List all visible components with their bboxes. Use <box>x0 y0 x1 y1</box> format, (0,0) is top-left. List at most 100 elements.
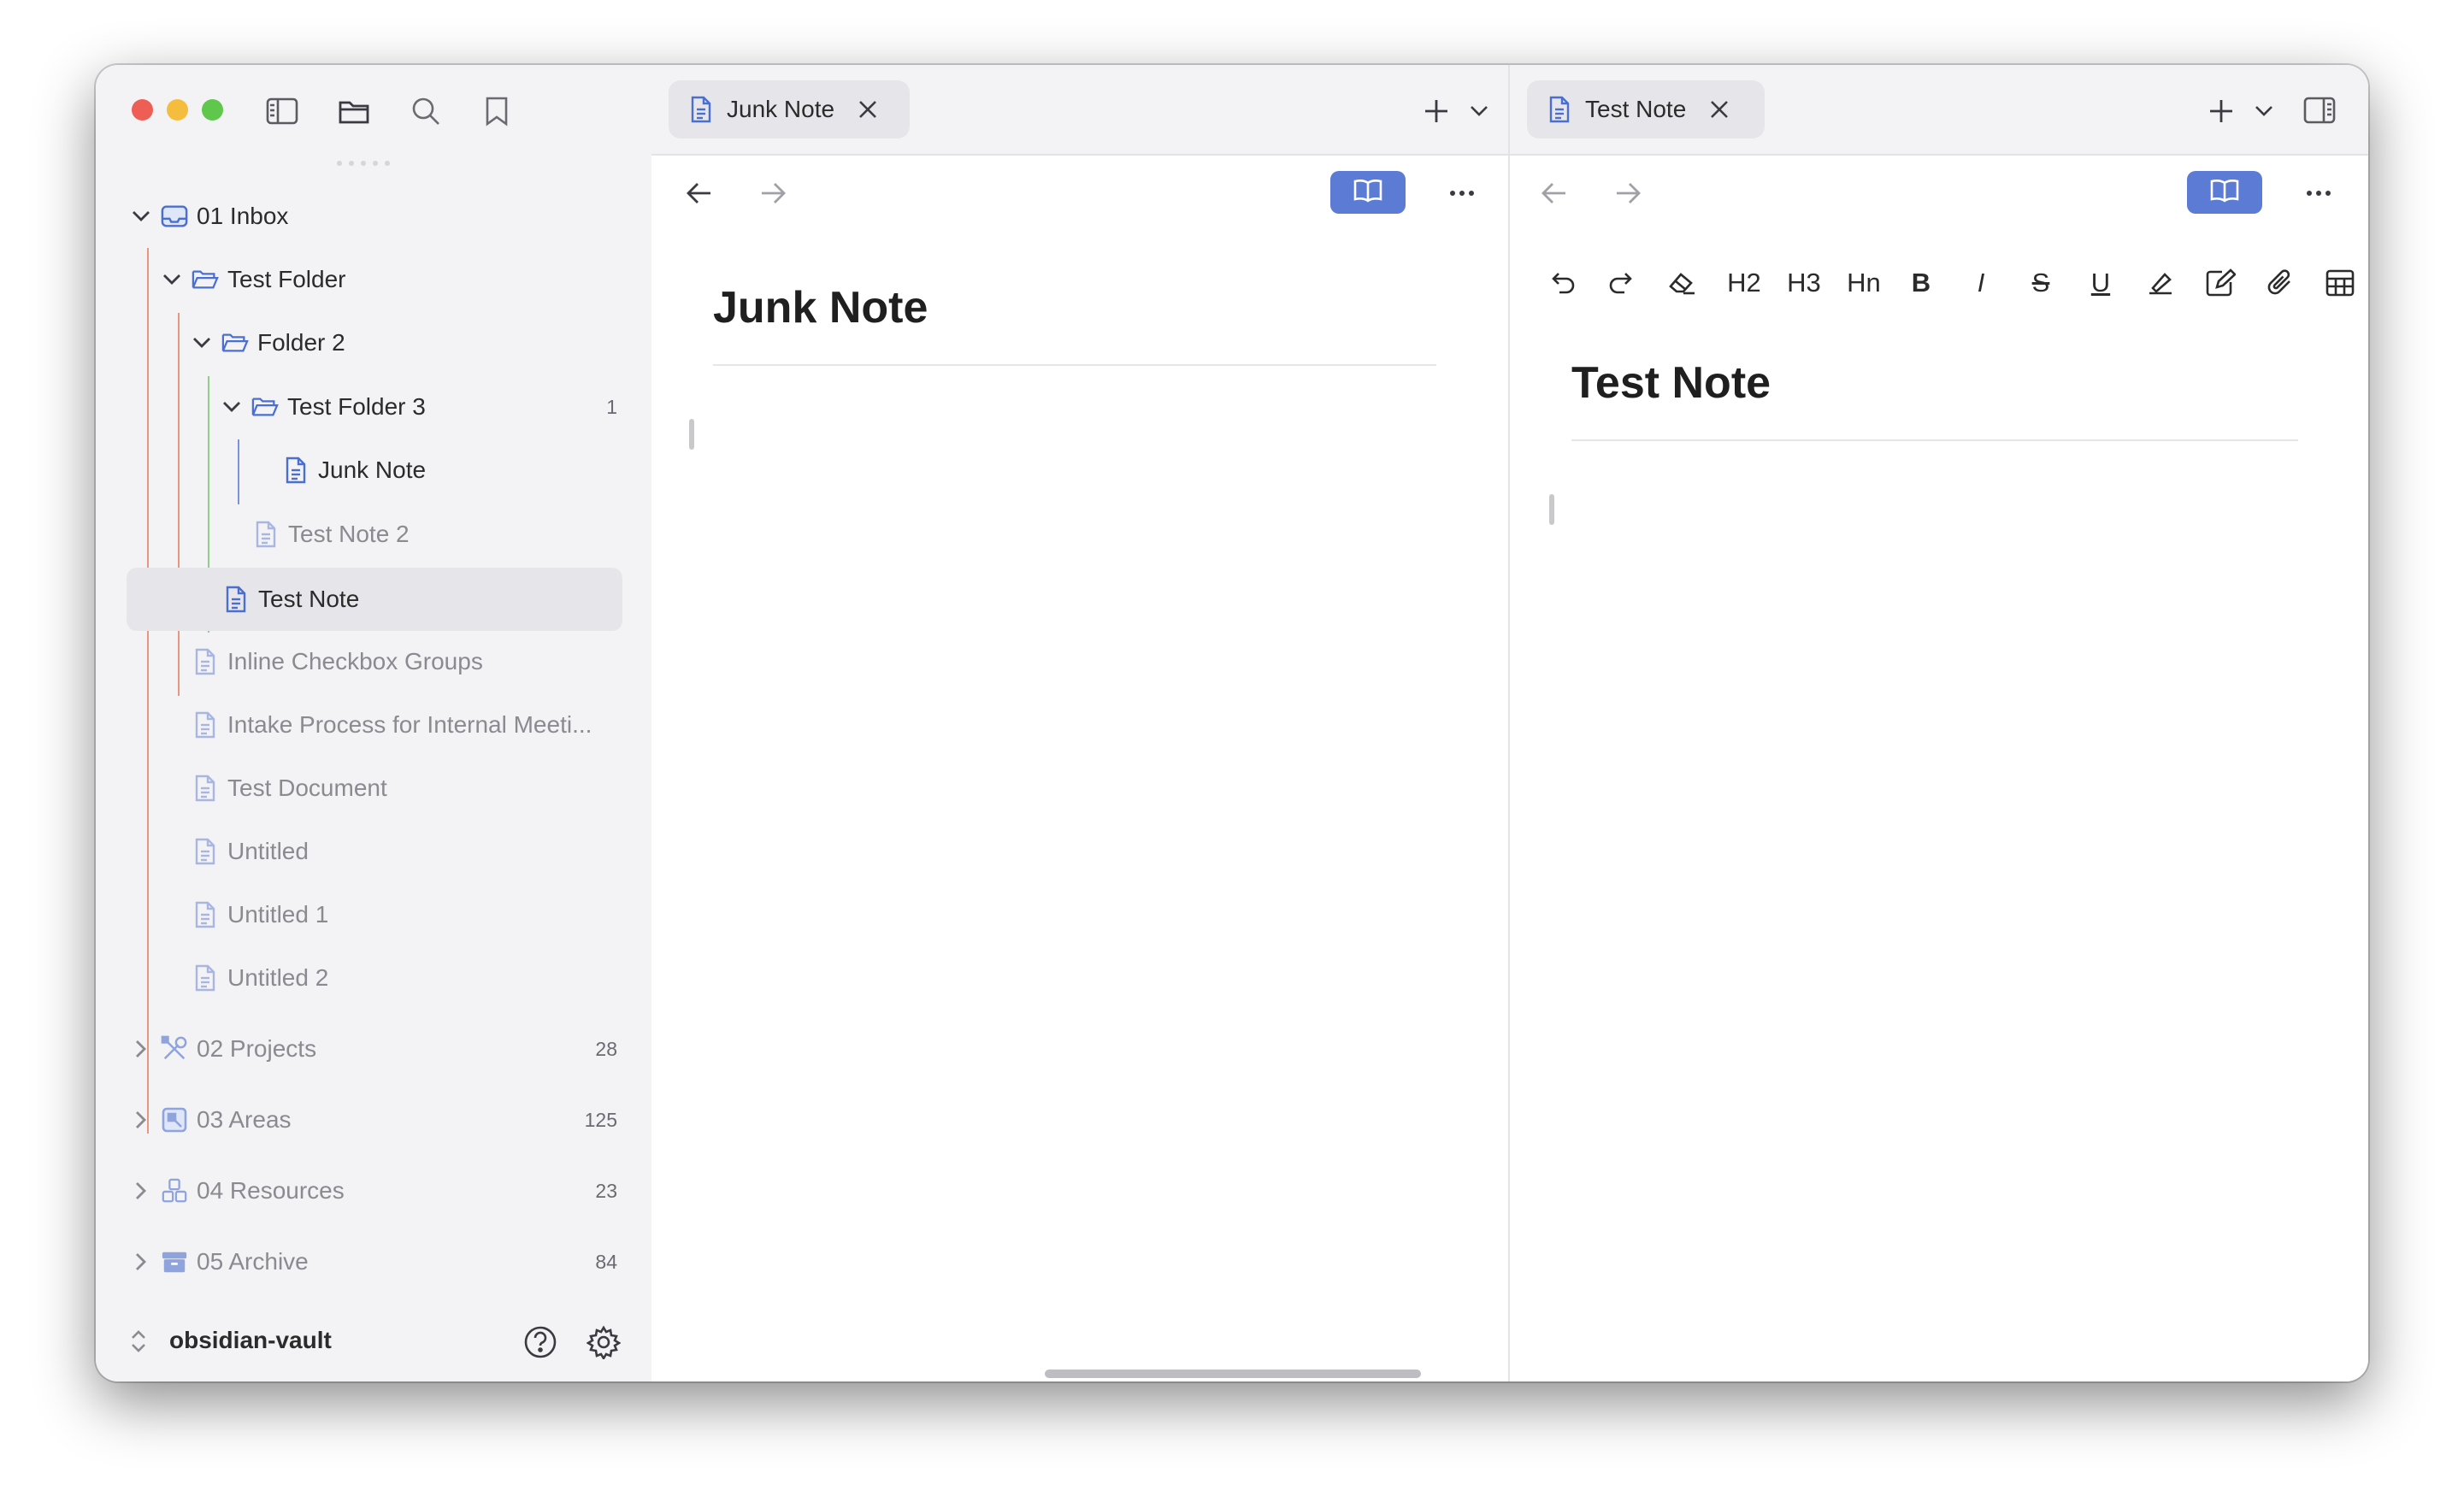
file-icon <box>192 711 219 739</box>
chevron-right-icon[interactable] <box>130 1180 152 1202</box>
more-options-icon[interactable] <box>2302 180 2336 207</box>
tree-file-test-document[interactable]: Test Document <box>192 758 617 818</box>
new-tab-plus-icon[interactable] <box>1419 94 1453 128</box>
back-arrow-icon[interactable] <box>1541 174 1568 212</box>
more-options-icon[interactable] <box>1445 180 1479 207</box>
settings-gear-icon[interactable] <box>586 1325 622 1364</box>
chevron-right-icon[interactable] <box>130 1038 152 1060</box>
chevron-down-icon[interactable] <box>161 268 183 291</box>
italic-button[interactable]: I <box>1961 263 2001 303</box>
close-icon[interactable] <box>1710 100 1729 119</box>
tree-folder-projects[interactable]: 02 Projects 28 <box>130 1019 617 1079</box>
tree-file-test-note-2[interactable]: Test Note 2 <box>252 504 617 564</box>
editor-cursor[interactable] <box>1549 494 1554 525</box>
file-icon <box>192 775 219 802</box>
note-title[interactable]: Test Note <box>1571 357 1771 409</box>
redo-icon[interactable] <box>1602 263 1642 303</box>
reading-view-button[interactable] <box>1330 171 1406 214</box>
edit-note-icon[interactable] <box>2201 263 2240 303</box>
back-arrow-icon[interactable] <box>686 174 713 212</box>
tree-label: Test Document <box>227 775 387 801</box>
tree-label: 04 Resources <box>197 1177 345 1204</box>
tree-guide-test-folder <box>178 313 180 696</box>
tree-folder-test-folder[interactable]: Test Folder <box>161 250 617 309</box>
tab-list-chevron-down-icon[interactable] <box>2250 97 2278 125</box>
bookmark-icon[interactable] <box>475 89 519 133</box>
editor-cursor[interactable] <box>689 419 694 450</box>
chevron-right-icon[interactable] <box>130 1251 152 1273</box>
help-icon[interactable] <box>523 1325 557 1364</box>
right-sidebar-toggle-icon[interactable] <box>2300 92 2339 128</box>
vault-switcher-icon[interactable] <box>130 1328 147 1358</box>
chevron-down-icon[interactable] <box>221 396 243 418</box>
minimize-window-button[interactable] <box>167 99 188 121</box>
heading-3-button[interactable]: H3 <box>1782 263 1826 303</box>
tree-folder-areas[interactable]: 03 Areas 125 <box>130 1090 617 1150</box>
tree-guide-test-folder-3 <box>238 439 239 504</box>
tab-label: Junk Note <box>727 96 835 122</box>
reading-view-button[interactable] <box>2187 171 2262 214</box>
highlighter-icon[interactable] <box>2141 263 2180 303</box>
tree-folder-resources[interactable]: 04 Resources 23 <box>130 1161 617 1221</box>
folder-open-icon <box>192 266 219 293</box>
file-icon <box>192 838 219 865</box>
tab-label: Test Note <box>1585 96 1687 122</box>
boxes-icon <box>161 1177 188 1205</box>
tree-file-inline-checkbox-groups[interactable]: Inline Checkbox Groups <box>192 632 617 692</box>
folder-icon[interactable] <box>332 89 376 133</box>
tab-list-chevron-down-icon[interactable] <box>1465 97 1493 125</box>
file-icon <box>192 648 219 675</box>
book-open-icon <box>1353 178 1383 208</box>
paperclip-icon[interactable] <box>2261 263 2300 303</box>
heading-n-button[interactable]: Hn <box>1842 263 1886 303</box>
tree-file-untitled[interactable]: Untitled <box>192 822 617 881</box>
close-window-button[interactable] <box>132 99 153 121</box>
file-count-badge: 125 <box>584 1108 617 1131</box>
tree-label: Folder 2 <box>257 329 345 356</box>
vault-name[interactable]: obsidian-vault <box>169 1327 332 1354</box>
file-icon <box>687 96 715 123</box>
underline-button[interactable]: U <box>2081 263 2120 303</box>
new-tab-plus-icon[interactable] <box>2204 94 2238 128</box>
drag-handle[interactable] <box>337 161 390 166</box>
tree-folder-inbox[interactable]: 01 Inbox <box>130 186 617 246</box>
folder-open-icon <box>251 393 279 421</box>
file-count-badge: 23 <box>595 1179 617 1202</box>
forward-arrow-icon[interactable] <box>1614 174 1642 212</box>
tree-folder-test-folder-3[interactable]: Test Folder 3 1 <box>221 377 617 437</box>
strikethrough-button[interactable]: S <box>2021 263 2060 303</box>
tree-label: Untitled <box>227 838 309 864</box>
heading-2-button[interactable]: H2 <box>1722 263 1766 303</box>
undo-icon[interactable] <box>1542 263 1582 303</box>
tree-file-junk-note[interactable]: Junk Note <box>282 440 617 500</box>
tab-junk-note[interactable]: Junk Note <box>669 80 910 138</box>
tab-test-note[interactable]: Test Note <box>1527 80 1765 138</box>
zoom-window-button[interactable] <box>202 99 223 121</box>
inbox-icon <box>161 203 188 230</box>
file-icon <box>192 964 219 992</box>
tree-file-untitled-1[interactable]: Untitled 1 <box>192 885 617 945</box>
tree-folder-folder-2[interactable]: Folder 2 <box>191 313 617 373</box>
tree-folder-archive[interactable]: 05 Archive 84 <box>130 1232 617 1292</box>
table-icon[interactable] <box>2320 263 2360 303</box>
horizontal-scrollbar[interactable] <box>1045 1370 1421 1378</box>
tree-file-untitled-2[interactable]: Untitled 2 <box>192 948 617 1008</box>
file-count-badge: 1 <box>606 395 617 418</box>
search-icon[interactable] <box>404 89 448 133</box>
file-count-badge: 28 <box>595 1037 617 1060</box>
bold-button[interactable]: B <box>1901 263 1941 303</box>
tree-file-intake-process[interactable]: Intake Process for Internal Meeti... <box>192 695 617 755</box>
chevron-right-icon[interactable] <box>130 1109 152 1131</box>
note-title[interactable]: Junk Note <box>713 282 928 333</box>
close-icon[interactable] <box>858 100 877 119</box>
forward-arrow-icon[interactable] <box>759 174 787 212</box>
chevron-down-icon[interactable] <box>130 205 152 227</box>
eraser-icon[interactable] <box>1662 263 1701 303</box>
tree-file-test-note[interactable]: Test Note <box>127 568 622 631</box>
tree-label: Test Folder <box>227 266 346 292</box>
left-editor-pane: Junk Note Junk Note <box>651 65 1508 1381</box>
book-open-icon <box>2209 178 2240 208</box>
chevron-down-icon[interactable] <box>191 332 213 354</box>
archive-icon <box>161 1248 188 1275</box>
sidebar-toggle-icon[interactable] <box>260 89 304 133</box>
